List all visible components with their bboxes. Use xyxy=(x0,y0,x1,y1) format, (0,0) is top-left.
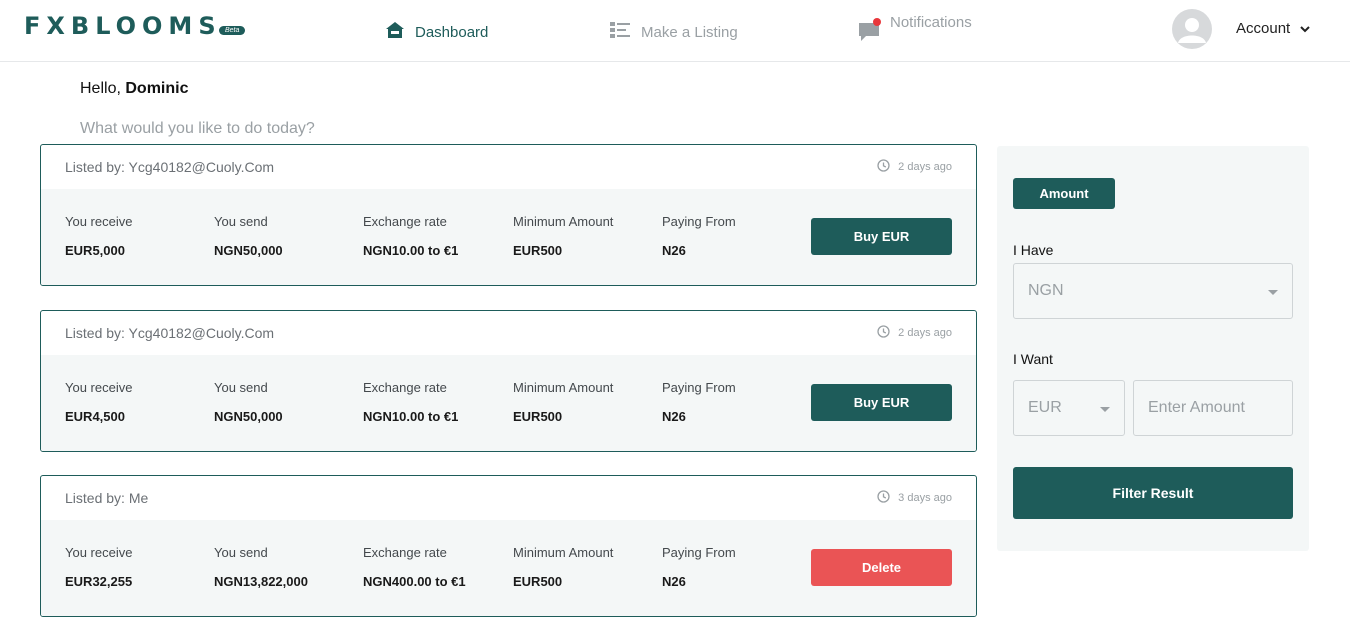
amount-input-placeholder: Enter Amount xyxy=(1148,399,1245,416)
receive-label: You receive xyxy=(65,214,133,229)
minimum-value: EUR500 xyxy=(513,574,563,589)
clock-icon xyxy=(877,159,890,175)
list-icon xyxy=(609,21,631,43)
nav-dashboard[interactable]: Dashboard xyxy=(385,18,488,46)
send-label: You send xyxy=(214,545,268,560)
send-label: You send xyxy=(214,214,268,229)
beta-badge: Beta xyxy=(219,26,246,35)
receive-value: EUR5,000 xyxy=(65,243,125,258)
nav-make-listing[interactable]: Make a Listing xyxy=(609,18,738,46)
receive-value: EUR4,500 xyxy=(65,409,125,424)
top-navbar: FXBLOOMS Beta Dashboard Make a Listing N… xyxy=(0,0,1350,62)
clock-icon xyxy=(877,325,890,341)
send-label: You send xyxy=(214,380,268,395)
i-have-select[interactable]: NGN xyxy=(1013,263,1293,319)
paying-value: N26 xyxy=(662,409,686,424)
account-menu[interactable]: Account xyxy=(1236,20,1310,37)
receive-label: You receive xyxy=(65,380,133,395)
filter-result-button[interactable]: Filter Result xyxy=(1013,467,1293,519)
amount-tab[interactable]: Amount xyxy=(1013,178,1115,209)
caret-down-icon xyxy=(1268,290,1278,295)
send-value: NGN13,822,000 xyxy=(214,574,308,589)
rate-label: Exchange rate xyxy=(363,380,447,395)
minimum-label: Minimum Amount xyxy=(513,214,614,229)
chat-bubble-icon xyxy=(858,18,881,42)
clock-icon xyxy=(877,490,890,506)
paying-label: Paying From xyxy=(662,545,736,560)
listing-time: 2 days ago xyxy=(877,325,952,341)
chevron-down-icon xyxy=(1300,20,1310,37)
listing-card: Listed by: Ycg40182@Cuoly.Com 2 days ago… xyxy=(40,310,977,452)
account-label: Account xyxy=(1236,20,1291,37)
greeting: Hello, Dominic xyxy=(80,80,188,98)
paying-value: N26 xyxy=(662,243,686,258)
nav-notifications-label: Notifications xyxy=(890,14,972,31)
i-have-label: I Have xyxy=(1013,242,1054,258)
nav-make-listing-label: Make a Listing xyxy=(641,23,738,41)
minimum-label: Minimum Amount xyxy=(513,380,614,395)
delete-button[interactable]: Delete xyxy=(811,549,952,586)
amount-input[interactable]: Enter Amount xyxy=(1133,380,1293,436)
minimum-label: Minimum Amount xyxy=(513,545,614,560)
avatar[interactable] xyxy=(1172,9,1212,49)
greeting-hello: Hello, xyxy=(80,80,126,97)
rate-value: NGN400.00 to €1 xyxy=(363,574,466,589)
filter-panel: Amount I Have NGN I Want EUR Enter Amoun… xyxy=(997,146,1309,551)
rate-value: NGN10.00 to €1 xyxy=(363,409,459,424)
buy-eur-button[interactable]: Buy EUR xyxy=(811,218,952,255)
listing-time: 2 days ago xyxy=(877,159,952,175)
listed-by: Listed by: Me xyxy=(65,490,149,506)
listing-time-label: 2 days ago xyxy=(898,327,952,339)
receive-value: EUR32,255 xyxy=(65,574,133,589)
minimum-value: EUR500 xyxy=(513,409,563,424)
listing-time: 3 days ago xyxy=(877,490,952,506)
rate-label: Exchange rate xyxy=(363,545,447,560)
receive-label: You receive xyxy=(65,545,133,560)
nav-notifications[interactable]: Notifications xyxy=(858,14,972,42)
send-value: NGN50,000 xyxy=(214,409,283,424)
page-subtitle: What would you like to do today? xyxy=(80,120,315,137)
notification-dot xyxy=(873,18,881,26)
i-want-label: I Want xyxy=(1013,351,1053,367)
user-name: Dominic xyxy=(125,80,189,97)
send-value: NGN50,000 xyxy=(214,243,283,258)
minimum-value: EUR500 xyxy=(513,243,563,258)
buy-eur-button[interactable]: Buy EUR xyxy=(811,384,952,421)
nav-dashboard-label: Dashboard xyxy=(415,23,489,41)
rate-value: NGN10.00 to €1 xyxy=(363,243,459,258)
listed-by: Listed by: Ycg40182@Cuoly.Com xyxy=(65,325,275,341)
listing-card: Listed by: Me 3 days ago You receive EUR3… xyxy=(40,475,977,617)
listing-time-label: 3 days ago xyxy=(898,492,952,504)
paying-value: N26 xyxy=(662,574,686,589)
i-have-value: NGN xyxy=(1028,282,1064,299)
home-icon xyxy=(385,21,405,43)
listing-time-label: 2 days ago xyxy=(898,161,952,173)
listed-by: Listed by: Ycg40182@Cuoly.Com xyxy=(65,159,275,175)
rate-label: Exchange rate xyxy=(363,214,447,229)
paying-label: Paying From xyxy=(662,380,736,395)
paying-label: Paying From xyxy=(662,214,736,229)
i-want-currency-select[interactable]: EUR xyxy=(1013,380,1125,436)
i-want-currency-value: EUR xyxy=(1028,399,1062,416)
caret-down-icon xyxy=(1100,407,1110,412)
listing-card: Listed by: Ycg40182@Cuoly.Com 2 days ago… xyxy=(40,144,977,286)
brand-logo[interactable]: FXBLOOMS xyxy=(24,12,222,40)
